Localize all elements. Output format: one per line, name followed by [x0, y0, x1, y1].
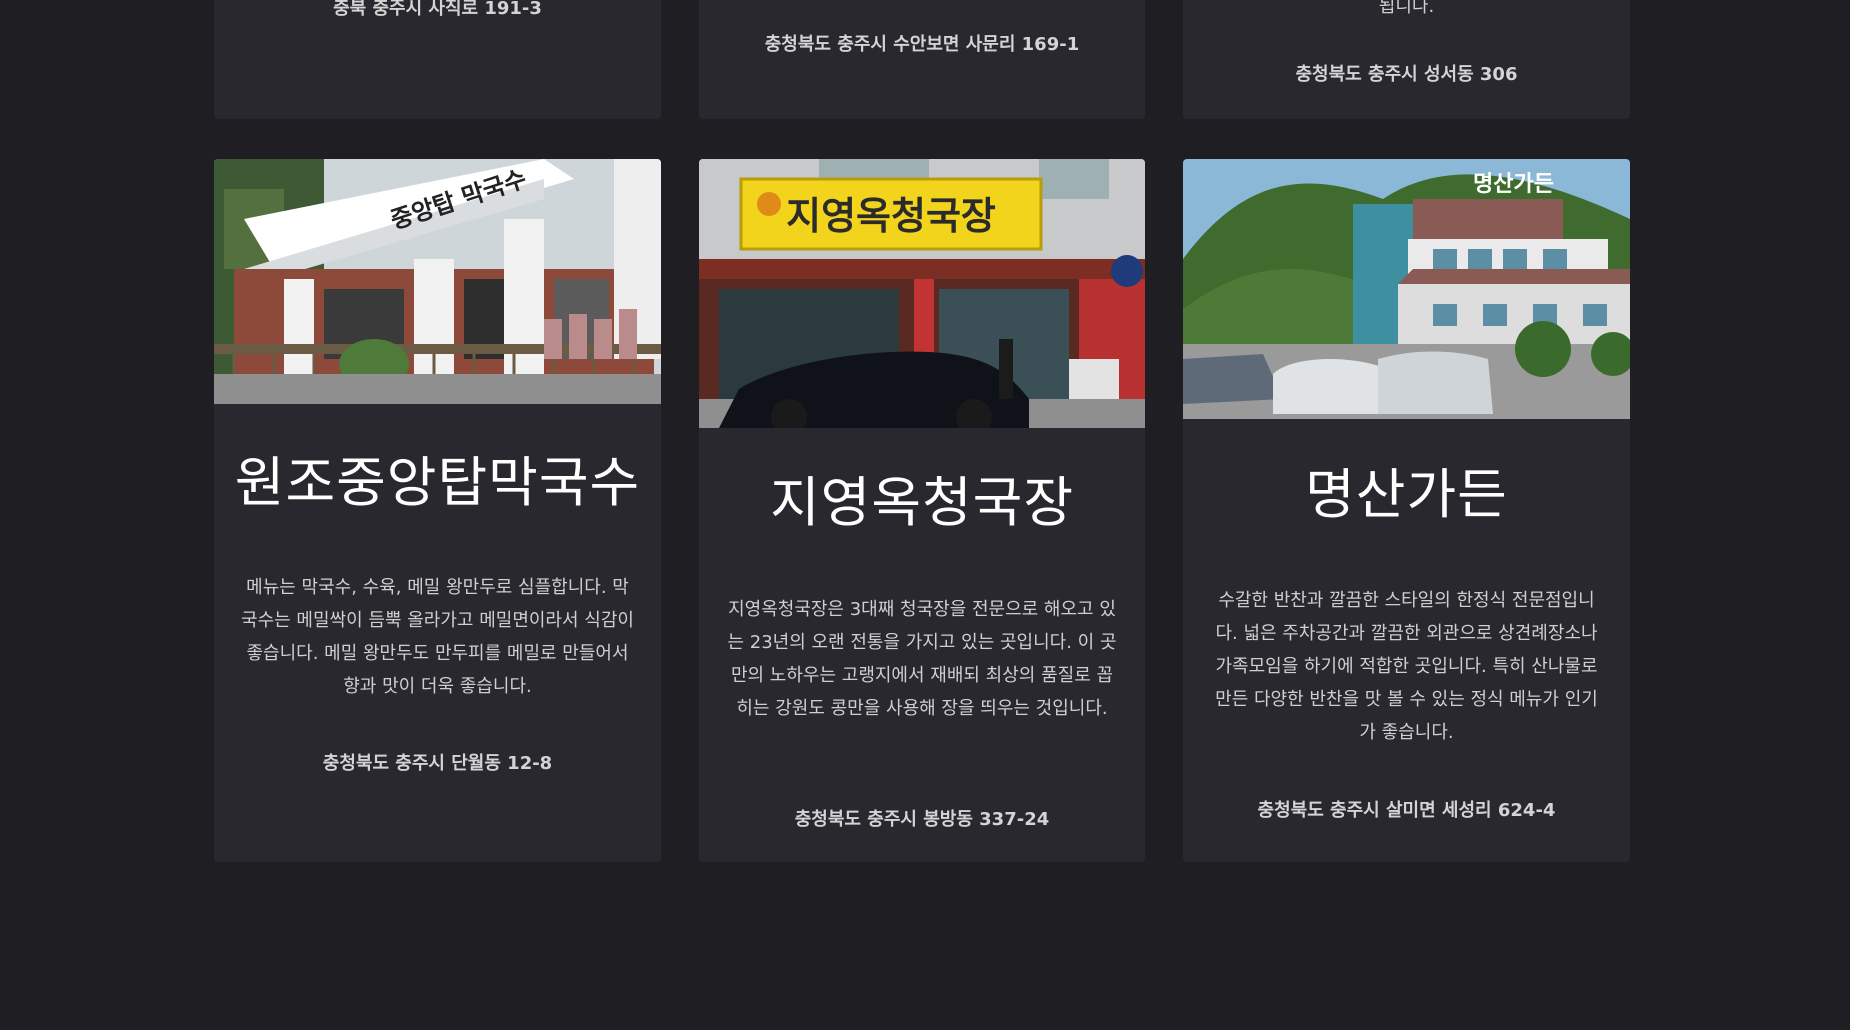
- sign-text: 명산가든: [1473, 172, 1554, 197]
- restaurant-photo: 중앙탑 막국수: [214, 159, 661, 404]
- restaurant-card: 충청북도 충주시 수안보면 사문리 169-1: [699, 0, 1145, 119]
- restaurant-description: 수갈한 반찬과 깔끔한 스타일의 한정식 전문점입니다. 넓은 주차공간과 깔끔…: [1215, 590, 1598, 743]
- restaurant-address: 충청북도 충주시 단월동 12-8: [322, 753, 553, 774]
- restaurant-photo: 지영옥청국장: [699, 159, 1145, 428]
- sign-text: 지영옥청국장: [786, 194, 996, 238]
- card-description: 됩니다.: [1378, 0, 1435, 17]
- restaurant-address: 충청북도 충주시 봉방동 337-24: [794, 809, 1050, 830]
- restaurant-card: 중앙탑 막국수 원조중앙탑막국수 메뉴는 막국수, 수육, 메밀 왕만두로 심플…: [214, 159, 661, 862]
- card-address: 충청북도 충주시 성서동 306: [1295, 64, 1518, 85]
- restaurant-description: 메뉴는 막국수, 수육, 메밀 왕만두로 심플합니다. 막국수는 메밀싹이 듬뿍…: [241, 577, 634, 697]
- restaurant-description: 지영옥청국장은 3대째 청국장을 전문으로 해오고 있는 23년의 오랜 전통을…: [727, 599, 1117, 719]
- card-address: 충청북도 충주시 수안보면 사문리 169-1: [764, 34, 1080, 55]
- restaurant-name: 지영옥청국장: [769, 471, 1075, 534]
- restaurant-address: 충청북도 충주시 살미면 세성리 624-4: [1257, 800, 1556, 821]
- restaurant-card: 지영옥청국장 지영옥청국장 지영옥청국장은 3대째 청국장을 전문으로 해오고 …: [699, 159, 1145, 862]
- restaurant-card: 됩니다. 충청북도 충주시 성서동 306: [1183, 0, 1630, 119]
- restaurant-name: 원조중앙탑막국수: [234, 451, 641, 514]
- restaurant-card: 충북 충주시 사직로 191-3: [214, 0, 661, 119]
- restaurant-name: 명산가든: [1305, 463, 1508, 526]
- card-address: 충북 충주시 사직로 191-3: [333, 0, 542, 19]
- restaurant-card: 명산가든 명산가든 수갈한 반찬과 깔끔한 스타일의 한정식 전문점입니다. 넓…: [1183, 159, 1630, 862]
- restaurant-photo: 명산가든: [1183, 159, 1630, 419]
